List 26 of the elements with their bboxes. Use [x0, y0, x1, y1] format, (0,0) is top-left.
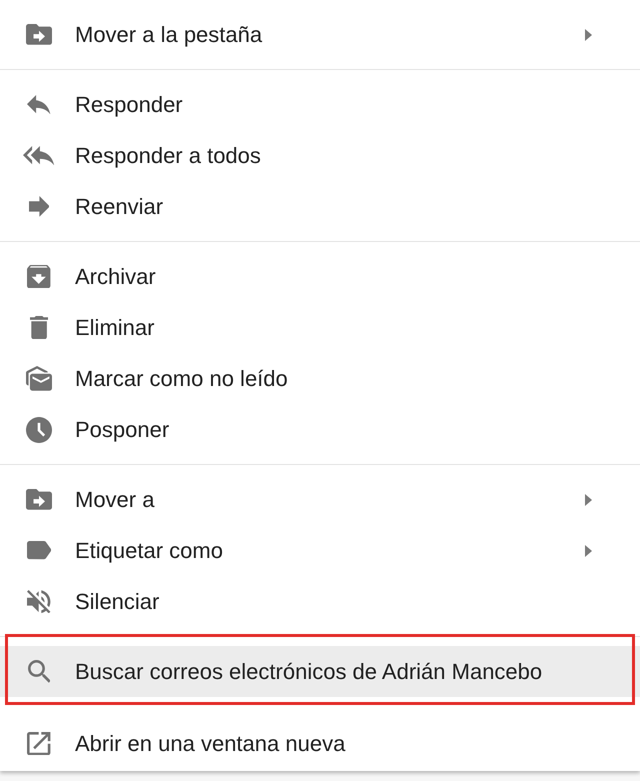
menu-item[interactable]: Reenviar	[0, 181, 640, 232]
right-arrow-icon	[28, 196, 50, 217]
menu-item[interactable]: Buscar correos electrónicos de Adrián Mancebo	[0, 646, 640, 697]
menu-item[interactable]: Marcar como no leído	[0, 353, 640, 404]
folder-arrow-icon	[26, 489, 52, 510]
menu-item[interactable]: Abrir en una ventana nueva	[0, 718, 640, 769]
archive-box-icon	[27, 264, 51, 288]
tag-icon	[26, 541, 52, 560]
folder-arrow-icon	[26, 24, 52, 45]
menu-item[interactable]: Posponer	[0, 404, 640, 455]
menu-item[interactable]: Responder a todos	[0, 130, 640, 181]
muted-speaker-icon	[27, 590, 51, 614]
external-link-icon	[27, 732, 51, 756]
double-reply-arrow-icon	[23, 146, 55, 166]
menu-item[interactable]: Responder	[0, 79, 640, 130]
menu-item[interactable]: Silenciar	[0, 576, 640, 627]
menu-item[interactable]: Archivar	[0, 251, 640, 302]
reply-arrow-icon	[27, 94, 51, 114]
search-icon	[28, 660, 50, 683]
envelope-icon	[26, 366, 52, 391]
menu-item[interactable]: Eliminar	[0, 302, 640, 353]
trash-can-icon	[30, 316, 48, 340]
menu-item[interactable]: Mover a la pestaña	[0, 9, 640, 60]
menu-item[interactable]: Mover a	[0, 474, 640, 525]
menu-item[interactable]: Etiquetar como	[0, 525, 640, 576]
clock-icon	[26, 416, 52, 442]
